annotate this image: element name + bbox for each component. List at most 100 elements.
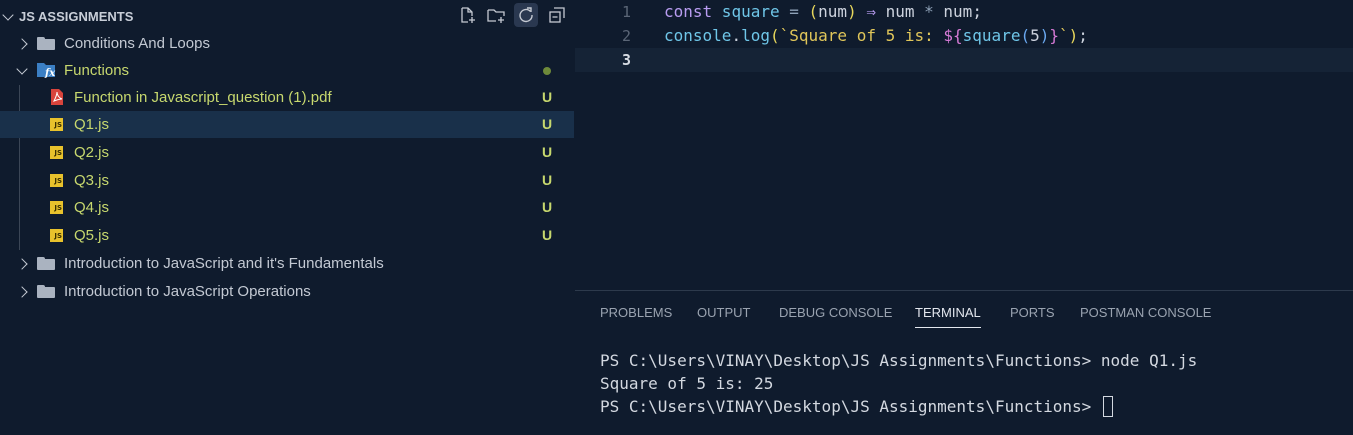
code-token: const — [664, 2, 713, 21]
explorer-header[interactable]: JS ASSIGNMENTS — [0, 0, 574, 30]
code-line[interactable]: 2 console.log(`Square of 5 is: ${square(… — [575, 24, 1353, 48]
code-token: num — [885, 2, 925, 21]
collapse-all-button[interactable] — [545, 3, 569, 27]
terminal-prompt-text: PS C:\Users\VINAY\Desktop\JS Assignments… — [600, 397, 1101, 416]
code-token: num — [818, 2, 848, 21]
pdf-file-icon — [51, 89, 63, 105]
explorer-title: JS ASSIGNMENTS — [19, 9, 134, 24]
tab-debug-console[interactable]: DEBUG CONSOLE — [779, 305, 892, 320]
code-token: square — [962, 26, 1021, 45]
modified-dot-icon — [543, 67, 551, 75]
refresh-button[interactable] — [514, 3, 538, 27]
tree-file-q2-js[interactable]: JS Q2.js U — [0, 139, 574, 166]
tree-item-label: Introduction to JavaScript and it's Fund… — [64, 255, 384, 272]
git-status-badge: U — [542, 172, 553, 188]
code-token: num; — [933, 2, 982, 21]
tab-problems[interactable]: PROBLEMS — [600, 305, 672, 320]
folder-icon — [37, 285, 55, 298]
tree-file-pdf[interactable]: Function in Javascript_question (1).pdf … — [0, 84, 574, 111]
tree-item-label: Q3.js — [74, 172, 110, 189]
line-number: 2 — [621, 27, 631, 45]
terminal-cursor — [1102, 396, 1113, 417]
tree-item-label: Function in Javascript_question (1).pdf — [74, 89, 332, 106]
code-token: ${ — [943, 26, 963, 45]
tree-item-label: Functions — [64, 62, 130, 79]
tree-item-label: Conditions And Loops — [64, 35, 210, 52]
tree-folder-intro-operations[interactable]: Introduction to JavaScript Operations — [0, 278, 574, 305]
javascript-file-icon: JS — [50, 146, 63, 159]
code-token: ` — [1059, 26, 1069, 45]
svg-text:fx: fx — [44, 68, 56, 78]
javascript-file-icon: JS — [50, 229, 63, 242]
tree-item-label: Q5.js — [74, 227, 110, 244]
new-file-icon — [461, 7, 475, 23]
new-folder-icon — [487, 9, 505, 23]
code-token: square — [712, 2, 780, 21]
tree-item-label: Q4.js — [74, 199, 110, 216]
line-number: 3 — [621, 51, 631, 69]
chevron-down-icon[interactable] — [2, 9, 14, 21]
code-line[interactable]: 1 const square = (num) ⇒ num * num; — [575, 0, 1353, 24]
tree-folder-functions[interactable]: fx Functions — [0, 57, 574, 84]
git-status-badge: U — [542, 199, 553, 215]
chevron-right-icon — [16, 258, 28, 270]
code-token: ( — [808, 2, 819, 21]
code-token: . — [731, 26, 742, 45]
javascript-file-icon: JS — [50, 201, 63, 214]
new-folder-button[interactable] — [484, 3, 508, 27]
code-token: ) — [847, 2, 857, 21]
code-token: = — [779, 2, 809, 21]
tree-file-q5-js[interactable]: JS Q5.js U — [0, 222, 574, 249]
tab-postman-console[interactable]: POSTMAN CONSOLE — [1080, 305, 1211, 320]
active-tab-indicator — [915, 327, 981, 328]
code-token: ( — [1020, 26, 1031, 45]
code-token: ) — [1039, 26, 1050, 45]
code-token: log — [741, 26, 770, 45]
terminal-line: PS C:\Users\VINAY\Desktop\JS Assignments… — [600, 351, 1198, 370]
code-token: } — [1049, 26, 1060, 45]
tree-file-q1-js[interactable]: JS Q1.js U — [0, 111, 574, 138]
git-status-badge: U — [542, 144, 553, 160]
tab-output[interactable]: OUTPUT — [697, 305, 750, 320]
bottom-panel: PROBLEMS OUTPUT DEBUG CONSOLE TERMINAL P… — [575, 290, 1353, 435]
chevron-down-icon — [16, 63, 28, 75]
explorer-sidebar: JS ASSIGNMENTS Conditions And Loops fx F… — [0, 0, 574, 435]
javascript-file-icon: JS — [50, 118, 63, 131]
chevron-right-icon — [16, 286, 28, 298]
git-status-badge: U — [542, 89, 553, 105]
code-token: * — [924, 2, 934, 21]
code-token: 5 — [1030, 26, 1040, 45]
code-token: ; — [1078, 26, 1088, 45]
code-line-current[interactable]: 3 — [575, 48, 1353, 72]
folder-icon — [37, 37, 55, 50]
code-token: `Square of 5 is: — [779, 26, 944, 45]
code-token: ( — [769, 26, 780, 45]
tree-item-label: Q1.js — [74, 116, 110, 133]
line-number: 1 — [621, 3, 631, 21]
code-token: ⇒ — [856, 2, 886, 21]
tree-item-label: Introduction to JavaScript Operations — [64, 283, 311, 300]
refresh-icon — [519, 7, 533, 23]
new-file-button[interactable] — [455, 3, 479, 27]
tree-folder-intro-fundamentals[interactable]: Introduction to JavaScript and it's Fund… — [0, 250, 574, 277]
tab-terminal[interactable]: TERMINAL — [915, 305, 981, 320]
terminal-prompt[interactable]: PS C:\Users\VINAY\Desktop\JS Assignments… — [600, 396, 1113, 417]
tree-folder-conditions-and-loops[interactable]: Conditions And Loops — [0, 30, 574, 57]
javascript-file-icon: JS — [50, 174, 63, 187]
terminal-line: Square of 5 is: 25 — [600, 374, 774, 393]
chevron-right-icon — [16, 38, 28, 50]
tree-file-q4-js[interactable]: JS Q4.js U — [0, 194, 574, 221]
code-editor[interactable]: 1 const square = (num) ⇒ num * num; 2 co… — [575, 0, 1353, 290]
collapse-all-icon — [549, 7, 565, 23]
tree-file-q3-js[interactable]: JS Q3.js U — [0, 167, 574, 194]
code-text: console.log(`Square of 5 is: ${square(5)… — [664, 26, 1088, 45]
tree-item-label: Q2.js — [74, 144, 110, 161]
code-token: ) — [1068, 26, 1079, 45]
function-folder-icon: fx — [37, 63, 56, 78]
code-token: console — [664, 26, 732, 45]
git-status-badge: U — [542, 227, 553, 243]
git-status-badge: U — [542, 116, 553, 132]
folder-icon — [37, 257, 55, 270]
code-text: const square = (num) ⇒ num * num; — [664, 2, 982, 21]
tab-ports[interactable]: PORTS — [1010, 305, 1055, 320]
